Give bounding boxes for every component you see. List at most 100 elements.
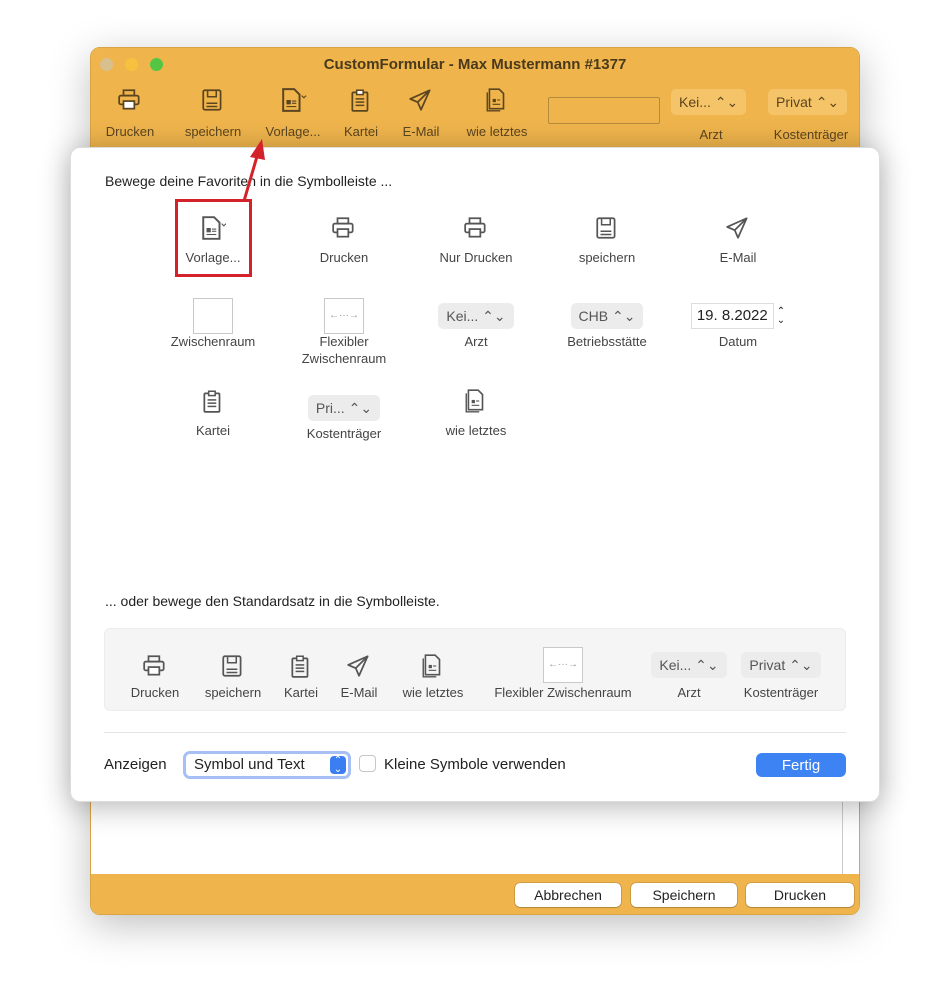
window-title: CustomFormular - Max Mustermann #1377 bbox=[323, 56, 627, 73]
updown-chevron-icon: ⌃⌄ bbox=[815, 94, 840, 110]
palette-item-label: Drucken bbox=[319, 250, 369, 265]
default-set-heading: ... oder bewege den Standardsatz in die … bbox=[105, 593, 440, 609]
toolbar-space bbox=[548, 97, 660, 124]
floppy-disk-icon bbox=[596, 217, 616, 239]
default-set-item-label: speichern bbox=[204, 685, 262, 700]
palette-item[interactable]: Drucken bbox=[279, 215, 409, 275]
small-icons-label: Kleine Symbole verwenden bbox=[384, 756, 566, 773]
popup-value: Privat bbox=[749, 657, 786, 673]
popup-value: Kei... bbox=[659, 657, 692, 673]
toolbar-item-label: wie letztes bbox=[466, 124, 528, 139]
default-set-item-label: Arzt bbox=[677, 685, 701, 700]
print-button[interactable]: Drucken bbox=[746, 883, 854, 907]
toolbar-item-label: Drucken bbox=[105, 124, 155, 139]
popup-button[interactable]: Kei... ⌃⌄ bbox=[438, 303, 514, 329]
flexible-space-arrow-icon: ←···→ bbox=[324, 298, 364, 334]
template-document-icon bbox=[282, 88, 307, 112]
updown-chevron-icon: ⌃⌄ bbox=[330, 756, 346, 775]
title-bar: CustomFormular - Max Mustermann #1377 Dr… bbox=[91, 48, 859, 148]
palette-item-label: Nur Drucken bbox=[439, 250, 513, 265]
palette-item[interactable]: CHB ⌃⌄ Betriebsstätte bbox=[542, 296, 672, 366]
arzt-label: Arzt bbox=[699, 127, 723, 142]
toolbar-item-2[interactable]: Vorlage... bbox=[261, 88, 325, 139]
palette-item[interactable]: Nur Drucken bbox=[411, 215, 541, 275]
printer-icon bbox=[332, 217, 354, 238]
palette-item-label: Flexibler Zwischenraum bbox=[301, 334, 387, 366]
palette-item[interactable]: speichern bbox=[542, 215, 672, 275]
palette-item[interactable]: E-Mail bbox=[673, 215, 803, 275]
palette-item[interactable]: 19. 8.2022 ⌃ ⌄ Datum bbox=[673, 296, 803, 366]
popup-value: CHB bbox=[578, 308, 609, 324]
divider bbox=[104, 732, 846, 733]
palette-item-label: Arzt bbox=[464, 334, 488, 349]
palette-item-label: Kostenträger bbox=[306, 426, 382, 441]
printer-icon bbox=[118, 89, 140, 110]
toolbar-item-1[interactable]: speichern bbox=[179, 88, 247, 139]
default-set-strip[interactable]: Drucken speichern Kartei E-Mail wie letztes ←… bbox=[104, 628, 846, 711]
documents-icon bbox=[465, 389, 484, 413]
popup-value: Pri... bbox=[315, 400, 345, 416]
toolbar-item-label: Vorlage... bbox=[265, 124, 321, 139]
default-set-item-label: Kostenträger bbox=[743, 685, 819, 700]
arrow-annotation bbox=[242, 139, 265, 202]
palette-item-label: speichern bbox=[578, 250, 636, 265]
popup-button[interactable]: Privat ⌃⌄ bbox=[741, 652, 821, 678]
small-icons-checkbox[interactable] bbox=[359, 755, 376, 772]
floppy-disk-icon bbox=[222, 655, 242, 677]
kostentraeger-label: Kostenträger bbox=[773, 127, 849, 142]
paper-plane-icon bbox=[409, 89, 431, 111]
floppy-disk-icon bbox=[202, 89, 222, 111]
show-mode-value: Symbol und Text bbox=[194, 756, 305, 773]
default-set-item: speichern bbox=[195, 653, 271, 700]
date-stepper[interactable]: 19. 8.2022 ⌃ ⌄ bbox=[690, 303, 786, 329]
default-set-item: ←···→ Flexibler Zwischenraum bbox=[479, 647, 647, 700]
palette-item-label: wie letztes bbox=[445, 423, 507, 438]
toolbar-item-label: E-Mail bbox=[402, 124, 440, 139]
default-set-item-label: E-Mail bbox=[340, 685, 378, 700]
popup-button[interactable]: CHB ⌃⌄ bbox=[570, 303, 644, 329]
palette-item[interactable]: wie letztes bbox=[411, 388, 541, 448]
default-set-item: E-Mail bbox=[331, 653, 387, 700]
cancel-button[interactable]: Abbrechen bbox=[515, 883, 621, 907]
toolbar-item-5[interactable]: wie letztes bbox=[459, 88, 535, 139]
show-mode-select[interactable]: Symbol und Text ⌃ ⌄ bbox=[183, 751, 351, 779]
space-placeholder bbox=[193, 298, 233, 334]
kostentraeger-value: Privat bbox=[776, 94, 812, 110]
palette-item[interactable]: ←···→ Flexibler Zwischenraum bbox=[279, 296, 409, 366]
default-set-item-label: Drucken bbox=[130, 685, 180, 700]
paper-plane-icon bbox=[347, 655, 369, 677]
palette-item-label: Betriebsstätte bbox=[567, 334, 647, 349]
popup-button[interactable]: Kei... ⌃⌄ bbox=[651, 652, 727, 678]
arzt-popup[interactable]: Kei... ⌃⌄ bbox=[671, 89, 747, 115]
palette-item[interactable]: Kei... ⌃⌄ Arzt bbox=[411, 296, 541, 366]
default-set-item: Drucken bbox=[115, 653, 195, 700]
toolbar-item-4[interactable]: E-Mail bbox=[393, 88, 449, 139]
default-set-item: Kei... ⌃⌄ Arzt bbox=[645, 647, 733, 700]
palette-item-label: E-Mail bbox=[719, 250, 757, 265]
palette-item[interactable]: Zwischenraum bbox=[148, 296, 278, 366]
default-set-item-label: Flexibler Zwischenraum bbox=[494, 685, 632, 700]
flexible-space-arrow-icon: ←···→ bbox=[543, 647, 583, 683]
palette-item-label: Kartei bbox=[196, 423, 230, 438]
palette-item-label: Datum bbox=[718, 334, 758, 349]
clipboard-icon bbox=[351, 89, 369, 112]
clipboard-icon bbox=[203, 390, 221, 413]
palette-item-label: Zwischenraum bbox=[170, 334, 256, 349]
popup-button[interactable]: Pri... ⌃⌄ bbox=[307, 395, 381, 421]
paper-plane-icon bbox=[726, 217, 748, 239]
documents-icon bbox=[422, 654, 441, 678]
stepper-icon: ⌃ ⌄ bbox=[776, 306, 786, 326]
toolbar-item-0[interactable]: Drucken bbox=[91, 88, 169, 139]
clipboard-icon bbox=[291, 655, 309, 678]
default-set-item-label: wie letztes bbox=[402, 685, 464, 700]
printer-icon bbox=[464, 217, 486, 238]
toolbar-item-3[interactable]: Kartei bbox=[333, 88, 389, 139]
palette-item[interactable]: Pri... ⌃⌄ Kostenträger bbox=[279, 388, 409, 458]
popup-value: Kei... bbox=[446, 308, 479, 324]
palette-item[interactable]: Kartei bbox=[148, 388, 278, 448]
default-set-item-label: Kartei bbox=[284, 685, 318, 700]
done-button[interactable]: Fertig bbox=[756, 753, 846, 777]
kostentraeger-popup[interactable]: Privat ⌃⌄ bbox=[768, 89, 848, 115]
save-button[interactable]: Speichern bbox=[631, 883, 737, 907]
default-set-item: Privat ⌃⌄ Kostenträger bbox=[731, 647, 831, 700]
